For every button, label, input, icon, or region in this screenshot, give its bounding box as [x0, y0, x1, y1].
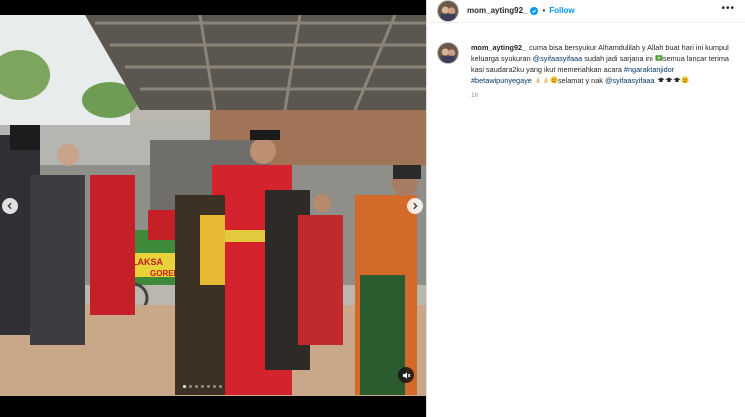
avatar[interactable] [437, 0, 459, 22]
speaker-muted-icon [402, 371, 410, 379]
avatar-image [438, 0, 458, 21]
slide-dot [189, 385, 192, 388]
caption-text-segment: sudah jadi sarjana ini [582, 54, 655, 63]
caption-text: mom_ayting92_ cuma bisa bersyukur Alhamdu… [471, 42, 735, 86]
prev-slide-button[interactable] [2, 198, 18, 214]
hashtag-link[interactable]: #ngaraktanjidor [624, 65, 674, 74]
chevron-right-icon [413, 202, 418, 210]
post-sidebar: mom_ayting92_ • Follow ••• mom_ayting92_… [426, 0, 745, 417]
party-photo-illustration: LAKSA GORENG [0, 15, 426, 396]
pray-icon [534, 76, 542, 84]
post-header: mom_ayting92_ • Follow ••• [427, 0, 745, 23]
smile-icon [550, 76, 558, 84]
hashtag-link[interactable]: #betawipunyegaye [471, 76, 532, 85]
verified-badge-icon [530, 6, 539, 15]
post-media: LAKSA GORENG [0, 0, 426, 417]
chevron-left-icon [7, 202, 12, 210]
follow-button[interactable]: Follow [549, 6, 574, 15]
avatar-image [438, 43, 458, 63]
slide-dot [219, 385, 222, 388]
mention-link[interactable]: @syifaasyifaaa [605, 76, 655, 85]
post-photo[interactable]: LAKSA GORENG [0, 15, 426, 396]
cart-banner-text: LAKSA [132, 257, 163, 267]
more-options-button[interactable]: ••• [721, 4, 735, 14]
avatar[interactable] [437, 42, 459, 64]
post-timestamp[interactable]: 1h [471, 92, 745, 99]
slide-dot [195, 385, 198, 388]
slide-dot [201, 385, 204, 388]
grad-cap-icon [664, 76, 673, 84]
next-slide-button[interactable] [407, 198, 423, 214]
slide-dot [183, 385, 186, 388]
caption-block: mom_ayting92_ cuma bisa bersyukur Alhamdu… [427, 24, 745, 86]
grad-cap-icon [672, 76, 681, 84]
money-icon [655, 54, 663, 62]
mention-link[interactable]: @syifaasyifaaa [533, 54, 583, 63]
pray-icon [542, 76, 550, 84]
header-separator: • [542, 6, 546, 15]
mute-button[interactable] [398, 367, 414, 383]
grad-cap-icon [656, 76, 665, 84]
caption-username[interactable]: mom_ayting92_ [471, 43, 526, 52]
slide-dot [213, 385, 216, 388]
slide-indicator [183, 385, 222, 388]
caption-text-segment: selamat y nak [557, 76, 605, 85]
slide-dot [207, 385, 210, 388]
username-link[interactable]: mom_ayting92_ [467, 6, 527, 15]
smile-icon [680, 76, 689, 84]
